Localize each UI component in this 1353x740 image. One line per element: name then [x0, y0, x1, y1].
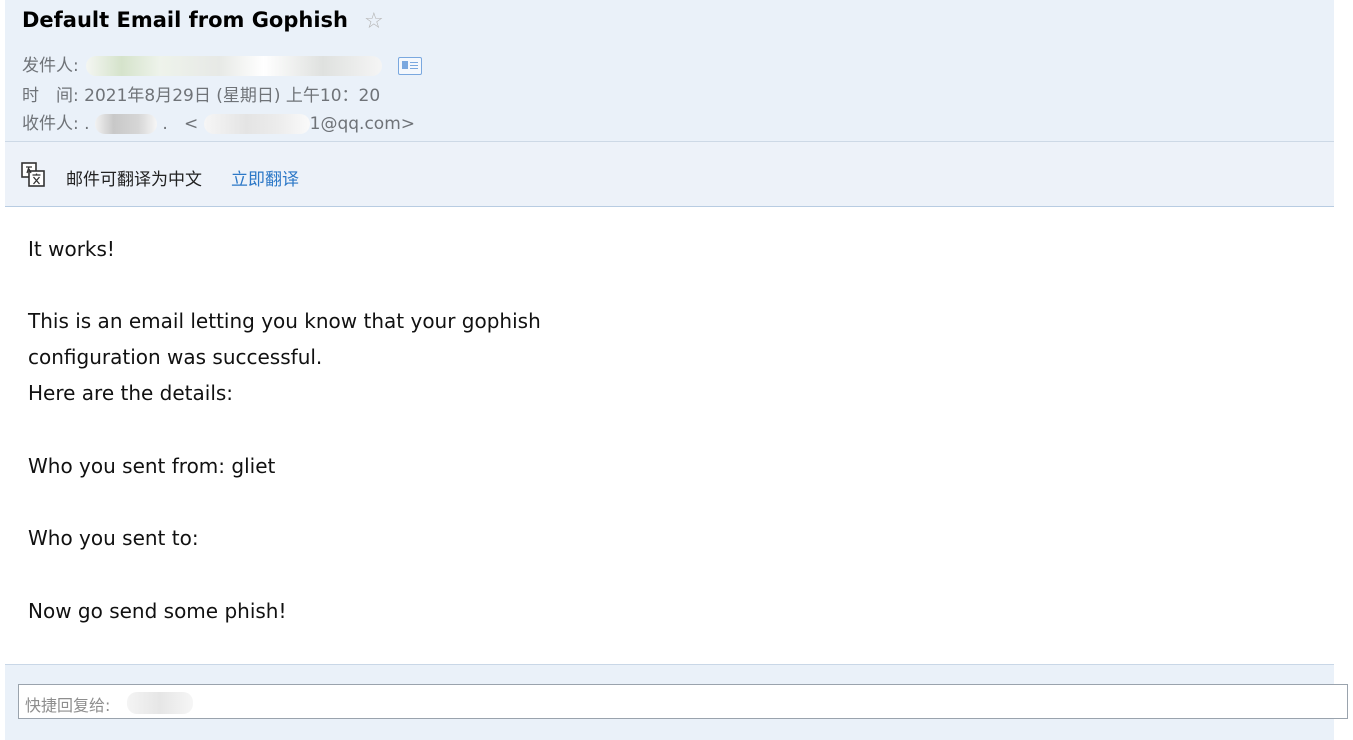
translate-bar	[5, 142, 1334, 206]
body-line-4: Here are the details:	[28, 381, 234, 405]
reply-recipient-redacted	[127, 692, 193, 714]
sender-label: 发件人:	[22, 56, 79, 76]
quick-reply-placeholder: 快捷回复给:	[25, 696, 111, 715]
star-icon[interactable]: ☆	[364, 9, 384, 34]
quick-reply-input[interactable]: 快捷回复给:	[18, 684, 1348, 719]
sender-redacted[interactable]	[86, 56, 383, 76]
body-line-6: Who you sent to:	[28, 526, 199, 550]
body-line-3: configuration was successful.	[28, 345, 323, 369]
body-line-1: It works!	[28, 237, 115, 261]
sender-row: 发件人:	[22, 51, 422, 76]
recipient-email-redacted	[203, 114, 310, 134]
translate-now-link[interactable]: 立即翻译	[231, 165, 299, 190]
translate-prompt: 邮件可翻译为中文	[66, 170, 202, 190]
translate-divider	[5, 206, 1334, 207]
body-line-2: This is an email letting you know that y…	[28, 309, 541, 333]
translate-icon[interactable]	[19, 161, 47, 189]
recipient-email-open: <	[183, 114, 199, 134]
recipient-name-prefix: .	[84, 114, 90, 134]
time-value: 2021年8月29日 (星期日) 上午10：20	[84, 86, 381, 106]
recipient-email-tail: 1@qq.com>	[309, 114, 415, 134]
recipient-row: 收件人: . . < 1@qq.com>	[22, 109, 415, 134]
body-line-7: Now go send some phish!	[28, 599, 287, 623]
recipient-name-suffix: .	[162, 114, 168, 134]
time-row: 时 间: 2021年8月29日 (星期日) 上午10：20	[22, 81, 380, 106]
body-line-5: Who you sent from: gliet	[28, 454, 276, 478]
time-label: 时 间:	[22, 86, 79, 106]
recipient-label: 收件人:	[22, 114, 79, 134]
email-subject: Default Email from Gophish	[22, 8, 348, 32]
recipient-name-redacted[interactable]	[94, 114, 157, 134]
contact-card-icon[interactable]	[397, 57, 422, 75]
